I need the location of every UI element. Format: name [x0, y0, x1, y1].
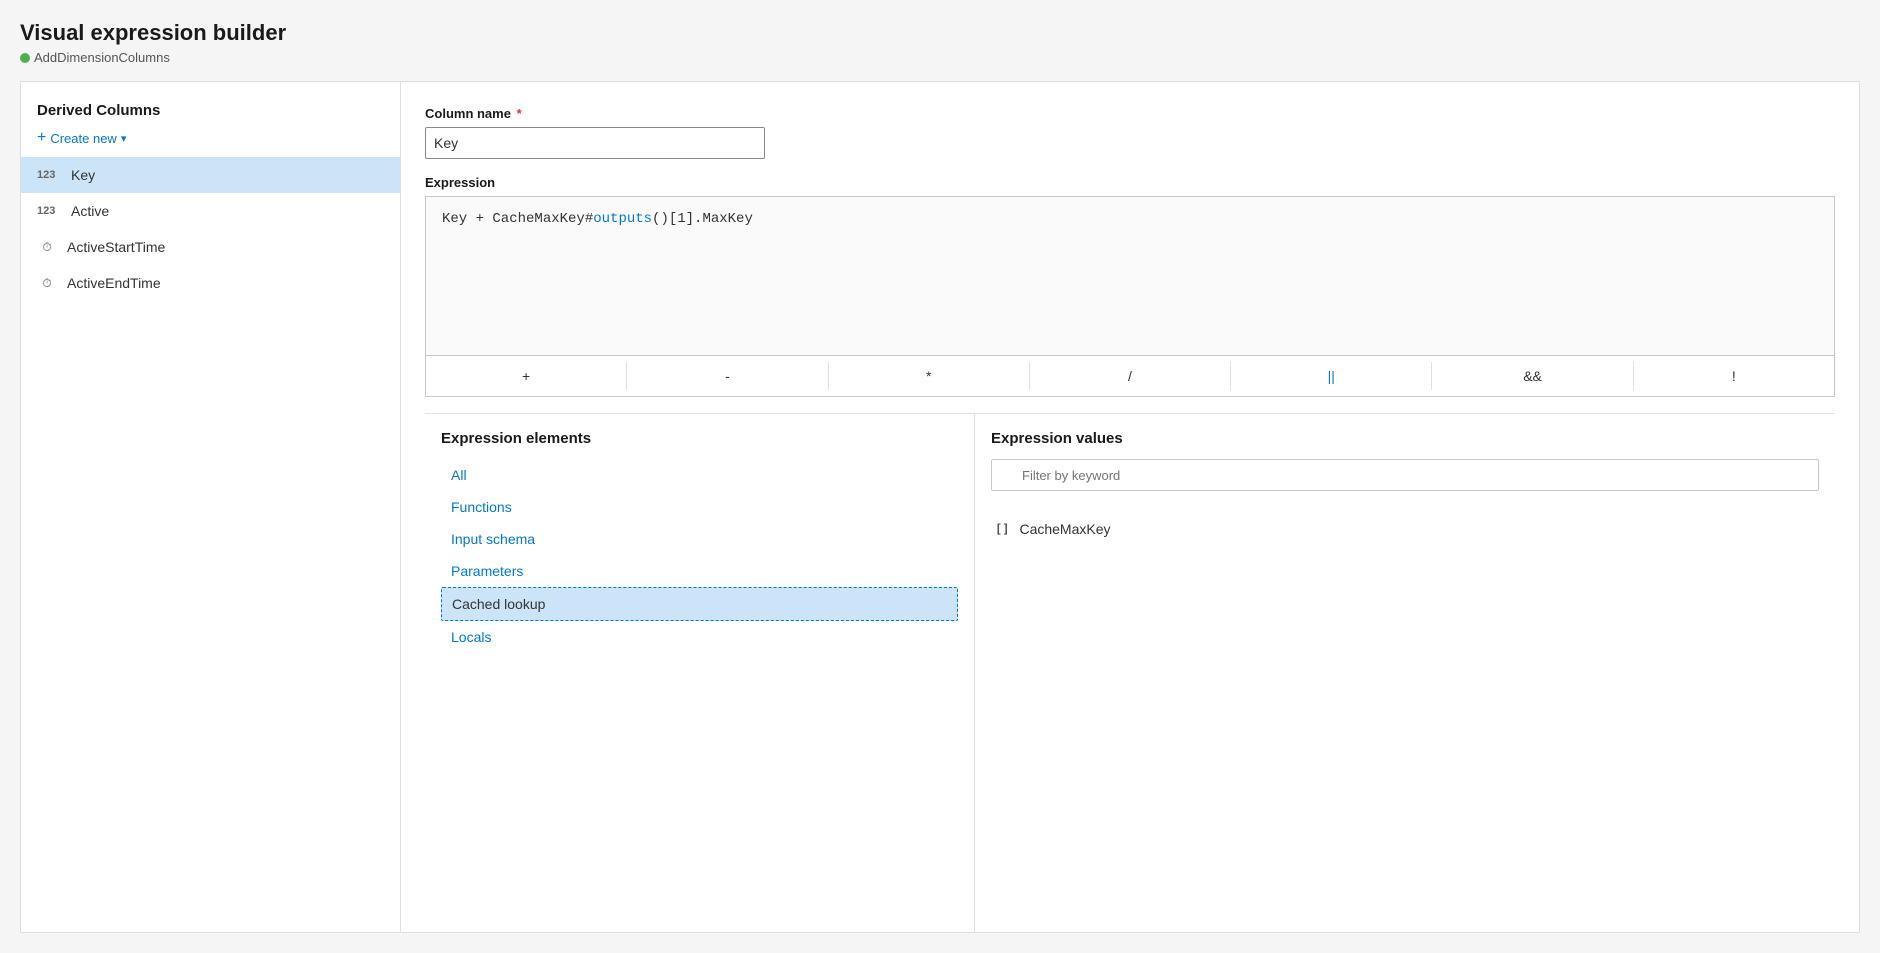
element-all[interactable]: All [441, 459, 958, 491]
expression-text: Key + CacheMaxKey#outputs()[1].MaxKey [442, 211, 753, 227]
main-panel: Column name * Expression Key + CacheMaxK… [401, 82, 1859, 932]
sidebar-item-active-start-time[interactable]: ⏱ ActiveStartTime [21, 229, 400, 265]
expression-label: Expression [425, 175, 1835, 190]
operator-minus[interactable]: - [627, 362, 828, 390]
subtitle-text: AddDimensionColumns [34, 50, 170, 65]
sidebar-item-label: ActiveStartTime [67, 239, 165, 255]
operator-multiply[interactable]: * [829, 362, 1030, 390]
expression-before: Key + CacheMaxKey# [442, 211, 593, 227]
expression-editor[interactable]: Key + CacheMaxKey#outputs()[1].MaxKey [425, 196, 1835, 356]
sidebar: Derived Columns + Create new ▾ 123 Key 1… [21, 82, 401, 932]
operator-and[interactable]: && [1432, 362, 1633, 390]
filter-wrapper: 🔍 [991, 459, 1819, 503]
create-new-label: Create new [50, 131, 116, 146]
sidebar-header: Derived Columns + Create new ▾ [21, 82, 400, 157]
sidebar-item-label: Key [71, 167, 95, 183]
column-name-label: Column name * [425, 106, 1835, 121]
plus-icon: + [37, 129, 46, 147]
column-name-input[interactable] [425, 127, 765, 159]
value-label: CacheMaxKey [1019, 521, 1110, 537]
element-locals[interactable]: Locals [441, 621, 958, 653]
sidebar-item-active-end-time[interactable]: ⏱ ActiveEndTime [21, 265, 400, 301]
value-item-cachemaxkey[interactable]: [] CacheMaxKey [991, 515, 1819, 543]
array-icon: [] [995, 522, 1009, 536]
operator-or[interactable]: || [1231, 362, 1432, 390]
sidebar-title: Derived Columns [37, 102, 384, 119]
expression-section: Expression Key + CacheMaxKey#outputs()[1… [425, 175, 1835, 397]
bottom-panels: Expression elements All Functions Input … [425, 413, 1835, 932]
required-indicator: * [513, 106, 522, 121]
sidebar-list: 123 Key 123 Active ⏱ ActiveStartTime ⏱ A… [21, 157, 400, 932]
operator-plus[interactable]: + [426, 362, 627, 390]
elements-list: All Functions Input schema Parameters Ca… [441, 459, 958, 653]
element-input-schema[interactable]: Input schema [441, 523, 958, 555]
expression-elements-title: Expression elements [441, 430, 958, 447]
operator-bar: + - * / || && ! [425, 356, 1835, 397]
page-subtitle: AddDimensionColumns [20, 50, 1860, 65]
sidebar-item-active[interactable]: 123 Active [21, 193, 400, 229]
filter-input[interactable] [991, 459, 1819, 491]
sidebar-item-label: Active [71, 203, 109, 219]
page-title: Visual expression builder [20, 20, 1860, 46]
status-dot [20, 53, 30, 63]
create-new-button[interactable]: + Create new ▾ [37, 127, 126, 149]
element-parameters[interactable]: Parameters [441, 555, 958, 587]
column-name-section: Column name * [425, 106, 1835, 159]
app-container: Visual expression builder AddDimensionCo… [0, 0, 1880, 953]
expression-values-title: Expression values [991, 430, 1819, 447]
clock-icon: ⏱ [37, 240, 57, 255]
expression-link[interactable]: outputs [593, 211, 652, 227]
sidebar-item-label: ActiveEndTime [67, 275, 161, 291]
expression-values-panel: Expression values 🔍 [] CacheMaxKey [975, 414, 1835, 932]
item-type-number: 123 [37, 169, 61, 181]
clock-icon-2: ⏱ [37, 276, 57, 291]
operator-not[interactable]: ! [1634, 362, 1834, 390]
chevron-down-icon: ▾ [121, 132, 127, 145]
element-functions[interactable]: Functions [441, 491, 958, 523]
expression-elements-panel: Expression elements All Functions Input … [425, 414, 975, 932]
page-header: Visual expression builder AddDimensionCo… [20, 20, 1860, 65]
expression-after: ()[1].MaxKey [652, 211, 753, 227]
item-type-number-2: 123 [37, 205, 61, 217]
operator-divide[interactable]: / [1030, 362, 1231, 390]
sidebar-item-key[interactable]: 123 Key [21, 157, 400, 193]
main-content: Derived Columns + Create new ▾ 123 Key 1… [20, 81, 1860, 933]
element-cached-lookup[interactable]: Cached lookup [441, 587, 958, 621]
